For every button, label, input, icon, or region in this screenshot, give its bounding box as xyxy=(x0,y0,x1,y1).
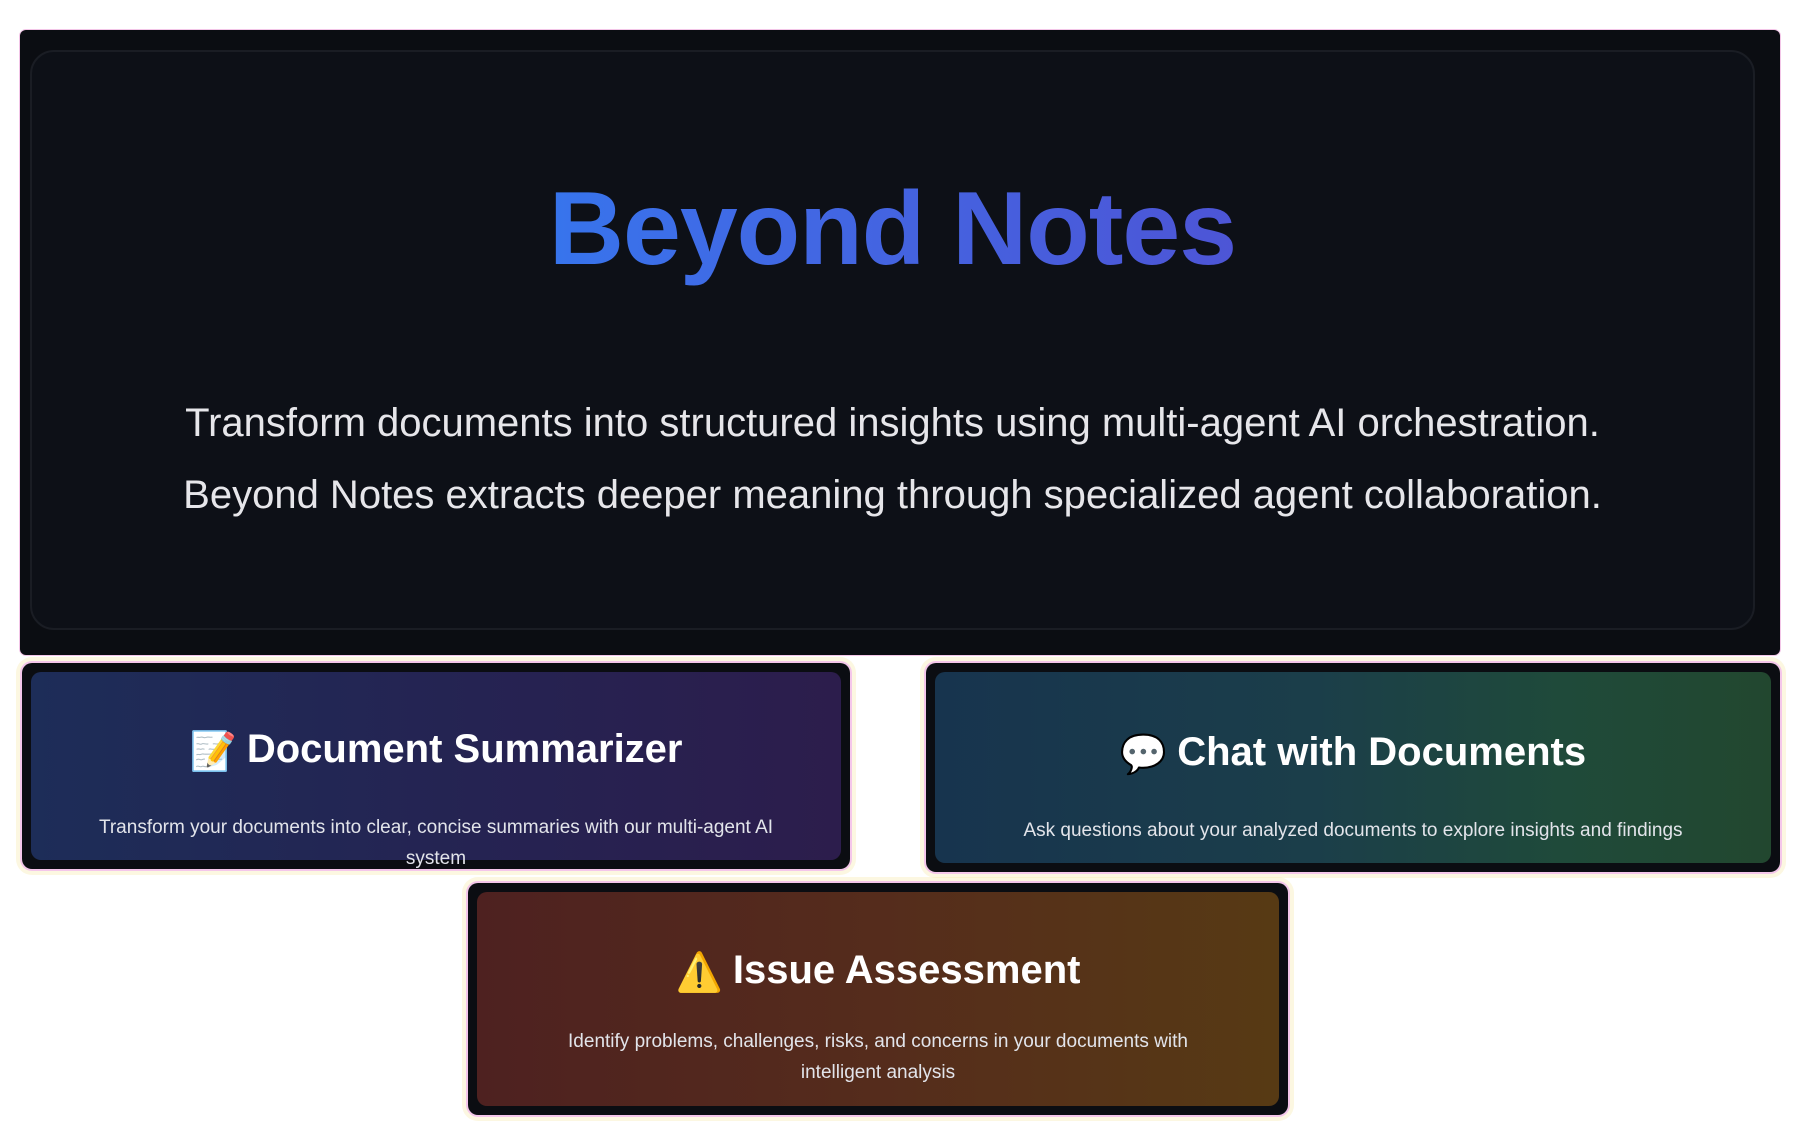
app-title: Beyond Notes xyxy=(32,172,1753,287)
card-title-text: Document Summarizer xyxy=(246,727,683,771)
card-description: Transform your documents into clear, con… xyxy=(98,817,774,869)
card-title-text: Chat with Documents xyxy=(1177,730,1587,774)
card-body: 💬 Chat with Documents Ask questions about… xyxy=(935,672,1771,863)
card-description: Identify problems, challenges, risks, an… xyxy=(568,1031,1188,1083)
issue-assessment-card[interactable]: ⚠️ Issue Assessment Identify problems, ch… xyxy=(468,883,1288,1115)
card-body: 📝 Document Summarizer Transform your docu… xyxy=(31,672,841,869)
app-description-line-2: Beyond Notes extracts deeper meaning thr… xyxy=(183,473,1602,517)
card-title: ⚠️ Issue Assessment xyxy=(477,948,1279,995)
app-description: Transform documents into structured insi… xyxy=(92,387,1693,531)
hero-frame: Beyond Notes Transform documents into st… xyxy=(20,30,1780,655)
chat-with-documents-card[interactable]: 💬 Chat with Documents Ask questions about… xyxy=(926,663,1780,872)
card-title-text: Issue Assessment xyxy=(732,948,1081,992)
card-title: 📝 Document Summarizer xyxy=(31,727,841,774)
card-body: ⚠️ Issue Assessment Identify problems, ch… xyxy=(477,892,1279,1106)
warning-icon: ⚠️ xyxy=(675,952,723,994)
speech-bubble-icon: 💬 xyxy=(1119,734,1168,776)
card-title: 💬 Chat with Documents xyxy=(935,730,1771,777)
app-description-line-1: Transform documents into structured insi… xyxy=(185,401,1600,445)
document-summarizer-card[interactable]: 📝 Document Summarizer Transform your docu… xyxy=(22,663,850,869)
memo-icon: 📝 xyxy=(189,731,237,773)
hero-panel: Beyond Notes Transform documents into st… xyxy=(30,50,1755,630)
card-description: Ask questions about your analyzed docume… xyxy=(1023,820,1683,841)
